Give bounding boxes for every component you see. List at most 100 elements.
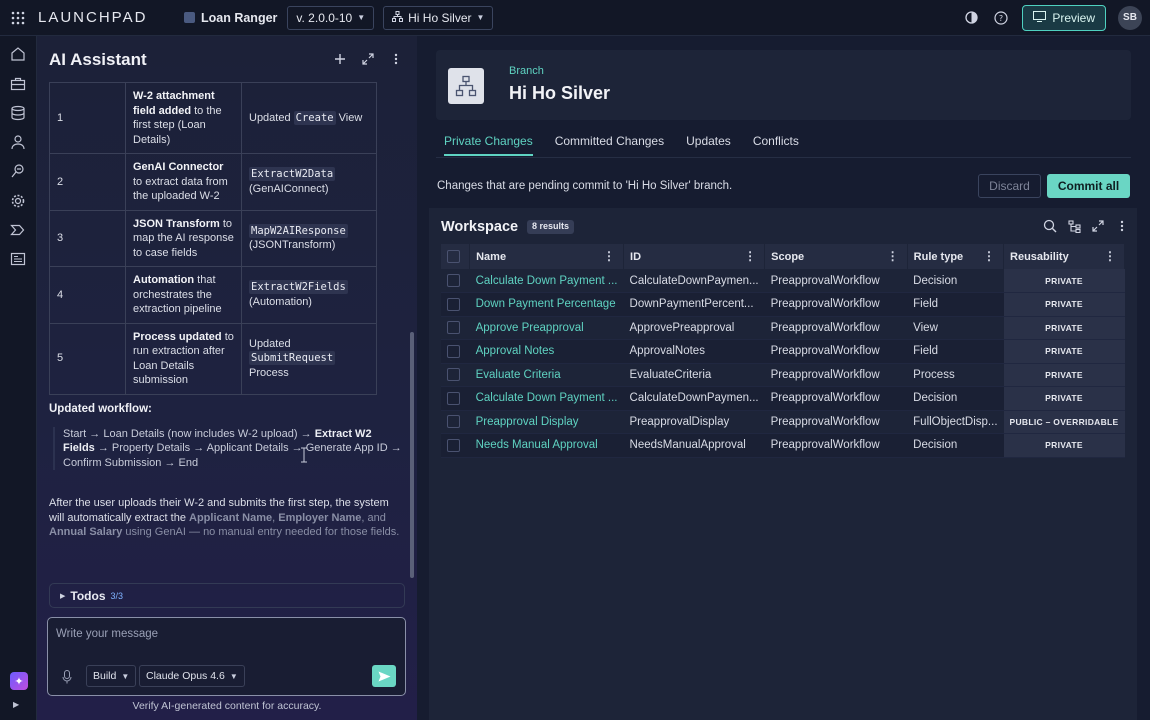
- rule-scope: PreapprovalWorkflow: [764, 316, 908, 340]
- rule-name-link[interactable]: Calculate Down Payment ...: [469, 269, 624, 293]
- table-row[interactable]: Needs Manual Approval NeedsManualApproval…: [441, 433, 1125, 458]
- row-select: [441, 292, 470, 317]
- column-header-name[interactable]: Name ⋮: [469, 244, 625, 269]
- rule-name-link[interactable]: Approval Notes: [469, 339, 624, 364]
- column-menu-icon[interactable]: ⋮: [887, 250, 899, 262]
- reusability-badge: PUBLIC – OVERRIDABLE: [1003, 410, 1125, 434]
- table-row[interactable]: Evaluate Criteria EvaluateCriteria Preappr…: [441, 363, 1125, 387]
- avatar[interactable]: SB: [1118, 5, 1142, 30]
- row-checkbox[interactable]: [447, 297, 460, 311]
- column-header-scope[interactable]: Scope ⋮: [764, 244, 908, 269]
- send-button[interactable]: [372, 665, 396, 687]
- search-analytics-icon[interactable]: [10, 163, 27, 180]
- change-row: 2 GenAI Connector to extract data from th…: [49, 153, 377, 211]
- column-menu-icon[interactable]: ⋮: [603, 250, 615, 262]
- expand-rail-icon[interactable]: ▶: [13, 700, 25, 712]
- column-header-rule-type[interactable]: Rule type ⋮: [907, 244, 1005, 269]
- row-checkbox[interactable]: [447, 391, 460, 405]
- row-checkbox[interactable]: [447, 415, 460, 429]
- chat-scroll-area[interactable]: 1 W-2 attachment field added to the first…: [49, 82, 405, 612]
- tab-private-changes[interactable]: Private Changes: [444, 134, 533, 156]
- row-checkbox[interactable]: [447, 368, 460, 382]
- reusability-badge: PRIVATE: [1003, 292, 1125, 317]
- text-cursor-icon: [301, 447, 307, 463]
- microphone-icon[interactable]: [62, 670, 74, 684]
- step-change: ExtractW2Data (GenAIConnect): [241, 153, 377, 211]
- more-options-icon[interactable]: [389, 52, 403, 66]
- column-label: Name: [476, 250, 507, 263]
- app-grid-icon[interactable]: [0, 0, 36, 36]
- user-icon[interactable]: [10, 134, 27, 151]
- column-menu-icon[interactable]: ⋮: [983, 250, 995, 262]
- row-checkbox[interactable]: [447, 344, 460, 358]
- rule-id: ApprovePreapproval: [623, 316, 765, 340]
- rule-name-link[interactable]: Calculate Down Payment ...: [469, 386, 624, 411]
- table-row[interactable]: Calculate Down Payment ... CalculateDownP…: [441, 269, 1125, 293]
- rule-type: Decision: [907, 269, 1004, 293]
- column-header-reusability[interactable]: Reusability ⋮: [1003, 244, 1125, 269]
- brand-logo[interactable]: LAUNCHPAD: [38, 9, 178, 26]
- gear-icon[interactable]: [10, 193, 27, 210]
- row-checkbox[interactable]: [447, 274, 460, 287]
- rule-name-link[interactable]: Preapproval Display: [469, 410, 624, 434]
- rule-name-link[interactable]: Needs Manual Approval: [469, 433, 624, 458]
- reusability-badge: PRIVATE: [1003, 386, 1125, 411]
- step-change: MapW2AIResponse (JSONTransform): [241, 209, 377, 267]
- row-select: [441, 410, 470, 434]
- ai-sparkle-icon[interactable]: ✦: [10, 672, 28, 690]
- rule-scope: PreapprovalWorkflow: [764, 339, 908, 364]
- tab-conflicts[interactable]: Conflicts: [753, 134, 799, 156]
- filter-tree-icon[interactable]: [1067, 219, 1081, 233]
- pipeline-icon[interactable]: [10, 222, 27, 239]
- news-icon[interactable]: [10, 251, 27, 268]
- mode-select[interactable]: Build ▼: [86, 665, 137, 687]
- chat-scrollbar[interactable]: [410, 332, 414, 578]
- more-options-icon[interactable]: [1115, 219, 1129, 233]
- rule-name-link[interactable]: Down Payment Percentage: [469, 292, 624, 317]
- workspace-card: Workspace 8 results Name ⋮ ID ⋮ Scope ⋮ Rul…: [429, 208, 1137, 720]
- todos-collapsible[interactable]: ▶ Todos 3/3: [49, 583, 405, 608]
- chevron-down-icon: ▼: [121, 671, 130, 681]
- database-icon[interactable]: [10, 105, 27, 122]
- rule-type: Decision: [907, 433, 1004, 458]
- message-input[interactable]: Write your message Build ▼ Claude Opus 4.…: [47, 617, 406, 696]
- column-menu-icon[interactable]: ⋮: [744, 250, 756, 262]
- row-checkbox[interactable]: [447, 438, 460, 452]
- rule-scope: PreapprovalWorkflow: [764, 292, 908, 317]
- step-description: GenAI Connector to extract data from the…: [125, 153, 242, 211]
- table-row[interactable]: Calculate Down Payment ... CalculateDownP…: [441, 386, 1125, 411]
- table-row[interactable]: Approve Preapproval ApprovePreapproval Pre…: [441, 316, 1125, 340]
- expand-icon[interactable]: [361, 52, 375, 66]
- theme-toggle-icon[interactable]: [962, 9, 980, 27]
- rule-type: View: [907, 316, 1004, 340]
- commit-all-button[interactable]: Commit all: [1047, 174, 1130, 198]
- version-dropdown[interactable]: v. 2.0.0-10 ▼: [287, 5, 375, 30]
- rule-type: Field: [907, 292, 1004, 317]
- discard-button[interactable]: Discard: [978, 174, 1041, 198]
- table-row[interactable]: Down Payment Percentage DownPaymentPercen…: [441, 292, 1125, 317]
- table-row[interactable]: Preapproval Display PreapprovalDisplay Pre…: [441, 410, 1125, 434]
- tab-committed-changes[interactable]: Committed Changes: [555, 134, 664, 156]
- column-menu-icon[interactable]: ⋮: [1104, 250, 1116, 262]
- top-bar: LAUNCHPAD Loan Ranger v. 2.0.0-10 ▼ Hi H…: [0, 0, 1150, 36]
- expand-icon[interactable]: [1091, 219, 1105, 233]
- row-checkbox[interactable]: [447, 321, 460, 335]
- home-icon[interactable]: [10, 46, 27, 63]
- rule-name-link[interactable]: Approve Preapproval: [469, 316, 624, 340]
- preview-button[interactable]: Preview: [1022, 4, 1106, 31]
- briefcase-icon[interactable]: [10, 76, 27, 93]
- branch-icon: [392, 10, 404, 25]
- select-all-checkbox[interactable]: [447, 250, 460, 263]
- search-icon[interactable]: [1043, 219, 1057, 233]
- table-row[interactable]: Approval Notes ApprovalNotes PreapprovalWo…: [441, 339, 1125, 364]
- column-header-id[interactable]: ID ⋮: [623, 244, 766, 269]
- model-select[interactable]: Claude Opus 4.6 ▼: [139, 665, 245, 687]
- branch-dropdown[interactable]: Hi Ho Silver ▼: [383, 5, 494, 30]
- branch-icon: [448, 68, 484, 104]
- select-all-header: [441, 244, 471, 269]
- branch-type-label: Branch: [509, 65, 544, 77]
- help-icon[interactable]: ?: [992, 9, 1010, 27]
- rule-name-link[interactable]: Evaluate Criteria: [469, 363, 624, 387]
- tab-updates[interactable]: Updates: [686, 134, 731, 156]
- new-chat-plus-icon[interactable]: [333, 52, 347, 66]
